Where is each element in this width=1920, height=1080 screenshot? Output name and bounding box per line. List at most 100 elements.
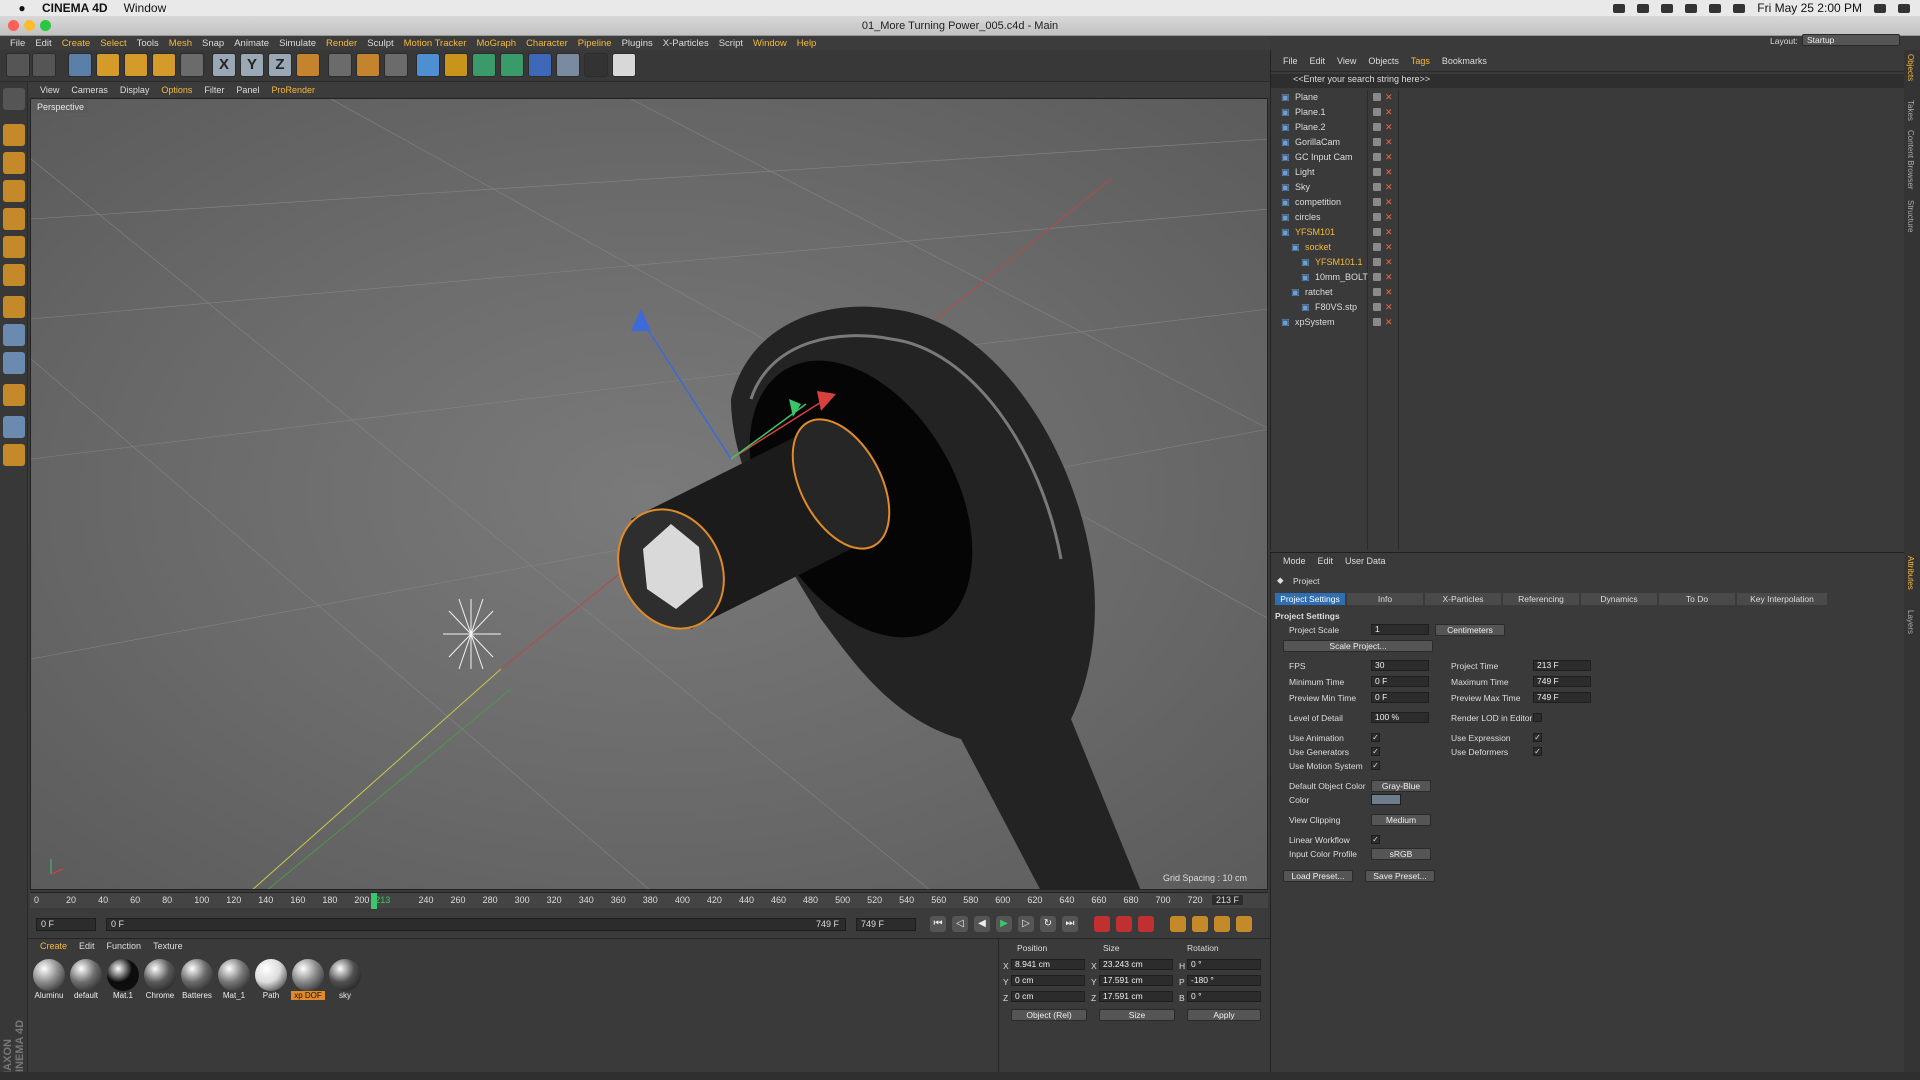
bluetooth-icon[interactable] bbox=[1685, 3, 1698, 13]
object-name[interactable]: xpSystem bbox=[1295, 315, 1335, 330]
preview-min-field[interactable]: 0 F bbox=[1371, 692, 1429, 703]
object-row[interactable]: ▣ Light ✕ bbox=[1271, 165, 1905, 180]
cloner-icon[interactable] bbox=[500, 53, 524, 77]
visibility-toggle-icon[interactable] bbox=[1373, 123, 1381, 131]
menu-help[interactable]: Help bbox=[797, 38, 817, 49]
model-mode-icon[interactable] bbox=[3, 124, 25, 146]
material-menu-texture[interactable]: Texture bbox=[153, 941, 183, 951]
visibility-toggle-icon[interactable] bbox=[1373, 153, 1381, 161]
move-tool-icon[interactable] bbox=[96, 53, 120, 77]
render-toggle-icon[interactable]: ✕ bbox=[1385, 285, 1393, 300]
visibility-toggle-icon[interactable] bbox=[1373, 138, 1381, 146]
menu-motion-tracker[interactable]: Motion Tracker bbox=[404, 38, 467, 49]
use-animation-checkbox[interactable]: ✓ bbox=[1371, 733, 1380, 742]
visibility-toggle-icon[interactable] bbox=[1373, 198, 1381, 206]
object-row[interactable]: ▣ Plane ✕ bbox=[1271, 90, 1905, 105]
z-axis-button[interactable]: Z bbox=[268, 53, 292, 77]
clock[interactable]: Fri May 25 2:00 PM bbox=[1757, 1, 1862, 15]
render-toggle-icon[interactable]: ✕ bbox=[1385, 300, 1393, 315]
render-toggle-icon[interactable]: ✕ bbox=[1385, 150, 1393, 165]
obj-menu-view[interactable]: View bbox=[1337, 56, 1356, 66]
object-name[interactable]: YFSM101.1 bbox=[1315, 255, 1363, 270]
object-name[interactable]: GorillaCam bbox=[1295, 135, 1340, 150]
perspective-viewport[interactable]: Perspective Grid Spacing : 10 cm bbox=[30, 98, 1268, 890]
object-row[interactable]: ▣ Plane.1 ✕ bbox=[1271, 105, 1905, 120]
material-menu-edit[interactable]: Edit bbox=[79, 941, 95, 951]
object-name[interactable]: circles bbox=[1295, 210, 1321, 225]
material-swatch[interactable]: Aluminu bbox=[32, 959, 66, 1000]
material-swatch[interactable]: Mat.1 bbox=[106, 959, 140, 1000]
object-name[interactable]: Light bbox=[1295, 165, 1315, 180]
spotlight-icon[interactable] bbox=[1874, 3, 1886, 13]
use-deformers-checkbox[interactable]: ✓ bbox=[1533, 747, 1542, 756]
size-x-field[interactable]: 23.243 cm bbox=[1099, 959, 1173, 970]
play-icon[interactable]: ▶ bbox=[996, 916, 1012, 932]
scale-tool-icon[interactable] bbox=[124, 53, 148, 77]
cube-icon[interactable] bbox=[416, 53, 440, 77]
rotation-b-field[interactable]: 0 ° bbox=[1187, 991, 1261, 1002]
visibility-toggle-icon[interactable] bbox=[1373, 108, 1381, 116]
load-preset-button[interactable]: Load Preset... bbox=[1283, 870, 1353, 882]
menu-create[interactable]: Create bbox=[62, 38, 91, 49]
menu-mesh[interactable]: Mesh bbox=[169, 38, 192, 49]
next-key-icon[interactable]: ↻ bbox=[1040, 916, 1056, 932]
object-row[interactable]: ▣ socket ✕ bbox=[1271, 240, 1905, 255]
object-row[interactable]: ▣ Sky ✕ bbox=[1271, 180, 1905, 195]
app-name[interactable]: CINEMA 4D bbox=[42, 1, 108, 15]
linear-workflow-checkbox[interactable]: ✓ bbox=[1371, 835, 1380, 844]
object-name[interactable]: YFSM101 bbox=[1295, 225, 1335, 240]
menu-plugins[interactable]: Plugins bbox=[622, 38, 653, 49]
next-frame-icon[interactable]: ▷ bbox=[1018, 916, 1034, 932]
texture-mode-icon[interactable] bbox=[3, 152, 25, 174]
fps-field[interactable]: 30 bbox=[1371, 660, 1429, 671]
size-z-field[interactable]: 17.591 cm bbox=[1099, 991, 1173, 1002]
attr-menu-edit[interactable]: Edit bbox=[1318, 556, 1334, 566]
object-row[interactable]: ▣ YFSM101.1 ✕ bbox=[1271, 255, 1905, 270]
render-toggle-icon[interactable]: ✕ bbox=[1385, 195, 1393, 210]
material-menu-function[interactable]: Function bbox=[107, 941, 142, 951]
render-toggle-icon[interactable]: ✕ bbox=[1385, 165, 1393, 180]
use-generators-checkbox[interactable]: ✓ bbox=[1371, 747, 1380, 756]
tab-layers-vertical[interactable]: Layers bbox=[1906, 610, 1915, 634]
ratchet-wrench-model[interactable] bbox=[704, 306, 1141, 890]
record-position-icon[interactable] bbox=[1170, 916, 1186, 932]
menu-window[interactable]: Window bbox=[753, 38, 787, 49]
render-view-icon[interactable] bbox=[328, 53, 352, 77]
scale-project-button[interactable]: Scale Project... bbox=[1283, 640, 1433, 652]
redo-button[interactable] bbox=[32, 53, 56, 77]
keyframe-selection-icon[interactable] bbox=[1138, 916, 1154, 932]
render-toggle-icon[interactable]: ✕ bbox=[1385, 120, 1393, 135]
minimum-time-field[interactable]: 0 F bbox=[1371, 676, 1429, 687]
object-name[interactable]: F80VS.stp bbox=[1315, 300, 1357, 315]
menu-render[interactable]: Render bbox=[326, 38, 357, 49]
display-icon[interactable] bbox=[1661, 3, 1674, 13]
preview-range-slider[interactable]: 0 F 749 F bbox=[106, 918, 846, 931]
autokey-icon[interactable] bbox=[1116, 916, 1132, 932]
attr-menu-mode[interactable]: Mode bbox=[1283, 556, 1306, 566]
use-motion-checkbox[interactable]: ✓ bbox=[1371, 761, 1380, 770]
viewport-menu-cameras[interactable]: Cameras bbox=[71, 85, 108, 95]
coord-mode-dropdown[interactable]: Object (Rel) bbox=[1011, 1009, 1087, 1021]
viewport-menu-options[interactable]: Options bbox=[161, 85, 192, 95]
object-row[interactable]: ▣ Plane.2 ✕ bbox=[1271, 120, 1905, 135]
menu-sculpt[interactable]: Sculpt bbox=[367, 38, 393, 49]
viewport-menu-panel[interactable]: Panel bbox=[236, 85, 259, 95]
use-expression-checkbox[interactable]: ✓ bbox=[1533, 733, 1542, 742]
visibility-toggle-icon[interactable] bbox=[1373, 303, 1381, 311]
start-frame-field[interactable]: 0 F bbox=[36, 918, 96, 931]
tab-attributes-vertical[interactable]: Attributes bbox=[1906, 556, 1915, 590]
material-swatch[interactable]: Mat_1 bbox=[217, 959, 251, 1000]
snap-icon[interactable] bbox=[3, 352, 25, 374]
tab-to-do[interactable]: To Do bbox=[1659, 593, 1735, 605]
position-x-field[interactable]: 8.941 cm bbox=[1011, 959, 1085, 970]
color-swatch[interactable] bbox=[1371, 794, 1401, 805]
zoom-window-button[interactable] bbox=[40, 20, 51, 31]
object-row[interactable]: ▣ competition ✕ bbox=[1271, 195, 1905, 210]
viewport-menu-prorender[interactable]: ProRender bbox=[271, 85, 315, 95]
size-mode-dropdown[interactable]: Size bbox=[1099, 1009, 1175, 1021]
project-scale-field[interactable]: 1 bbox=[1371, 624, 1429, 635]
subdivision-icon[interactable] bbox=[472, 53, 496, 77]
material-menu-create[interactable]: Create bbox=[40, 941, 67, 951]
viewport-menu-display[interactable]: Display bbox=[120, 85, 150, 95]
go-to-start-icon[interactable]: ⏮ bbox=[930, 916, 946, 932]
